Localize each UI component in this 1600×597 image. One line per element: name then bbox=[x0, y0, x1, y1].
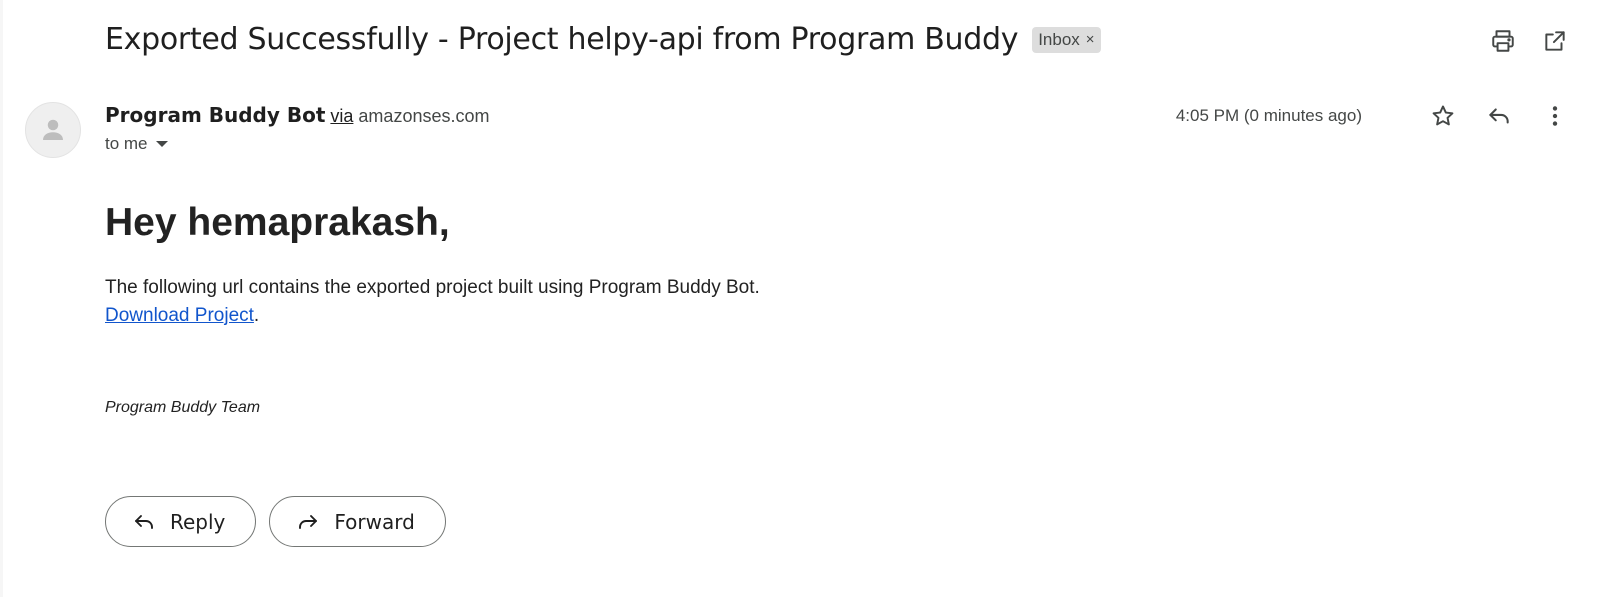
left-edge-divider bbox=[0, 0, 3, 597]
email-view: Exported Successfully - Project helpy-ap… bbox=[0, 0, 1600, 597]
sender-avatar[interactable] bbox=[25, 102, 81, 158]
forward-button[interactable]: Forward bbox=[269, 496, 446, 547]
star-button[interactable] bbox=[1428, 101, 1458, 131]
chevron-down-icon bbox=[155, 141, 168, 147]
recipient-line: to me bbox=[105, 134, 148, 153]
more-options-button[interactable] bbox=[1540, 101, 1570, 131]
more-vert-icon bbox=[1552, 106, 1558, 126]
reply-forward-bar: Reply Forward bbox=[105, 496, 446, 547]
star-icon bbox=[1432, 105, 1454, 126]
link-suffix: . bbox=[253, 305, 260, 326]
email-signature: Program Buddy Team bbox=[105, 399, 261, 416]
sender-name[interactable]: Program Buddy Bot bbox=[105, 103, 325, 127]
open-in-new-window-button[interactable] bbox=[1540, 26, 1570, 56]
download-link-line: Download Project. bbox=[105, 305, 259, 327]
download-project-link[interactable]: Download Project bbox=[105, 305, 254, 326]
remove-label-icon[interactable]: × bbox=[1086, 31, 1095, 48]
via-domain: amazonses.com bbox=[358, 106, 490, 126]
person-icon bbox=[43, 119, 63, 140]
via-link[interactable]: via bbox=[330, 106, 353, 127]
sender-line: Program Buddy Bot via amazonses.com bbox=[105, 103, 489, 127]
reply-icon-button[interactable] bbox=[1484, 101, 1514, 131]
reply-icon bbox=[1489, 108, 1509, 124]
label-chip-text: Inbox bbox=[1038, 29, 1080, 49]
open-in-new-icon bbox=[1545, 31, 1565, 51]
print-button[interactable] bbox=[1488, 26, 1518, 56]
subject-row: Exported Successfully - Project helpy-ap… bbox=[105, 22, 1101, 57]
reply-button-label: Reply bbox=[170, 509, 226, 534]
forward-button-label: Forward bbox=[334, 509, 415, 534]
email-subject: Exported Successfully - Project helpy-ap… bbox=[105, 22, 1019, 57]
thread-actions bbox=[1488, 26, 1570, 56]
reply-icon bbox=[135, 514, 153, 529]
print-icon bbox=[1492, 30, 1514, 52]
inbox-label-chip[interactable]: Inbox × bbox=[1032, 26, 1101, 53]
reply-button[interactable]: Reply bbox=[105, 496, 257, 547]
recipient-details-toggle[interactable]: to me bbox=[105, 134, 168, 154]
email-body-paragraph: The following url contains the exported … bbox=[105, 277, 760, 298]
email-greeting: Hey hemaprakash, bbox=[105, 201, 450, 244]
message-actions bbox=[1428, 101, 1570, 131]
forward-icon bbox=[299, 514, 318, 529]
message-timestamp: 4:05 PM (0 minutes ago) bbox=[1175, 106, 1362, 125]
